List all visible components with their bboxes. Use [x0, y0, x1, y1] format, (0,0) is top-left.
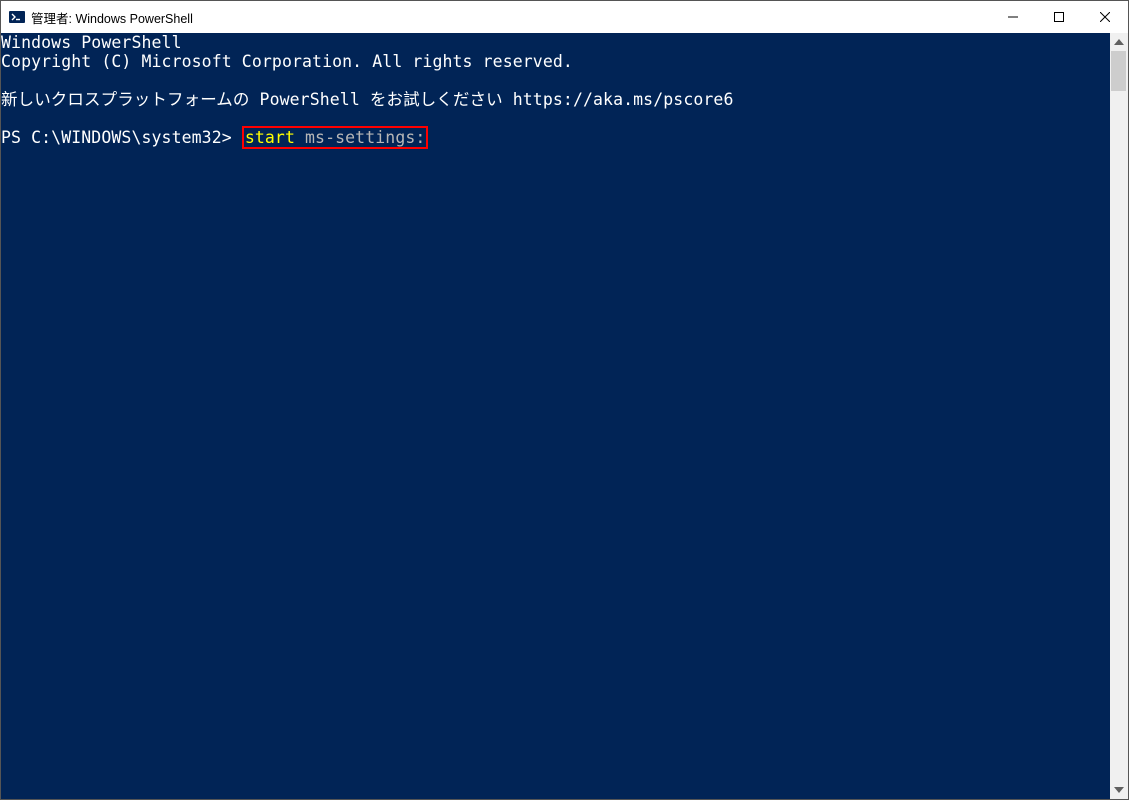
minimize-button[interactable]: [990, 1, 1036, 33]
scroll-down-arrow-icon[interactable]: [1110, 781, 1128, 799]
window-controls: [990, 1, 1128, 33]
command-argument: ms-settings:: [295, 128, 425, 147]
scroll-thumb[interactable]: [1111, 51, 1126, 91]
maximize-button[interactable]: [1036, 1, 1082, 33]
output-line: 新しいクロスプラットフォームの PowerShell をお試しください http…: [1, 90, 734, 109]
terminal-output[interactable]: Windows PowerShell Copyright (C) Microso…: [1, 33, 1110, 799]
output-line: Windows PowerShell: [1, 33, 182, 52]
scroll-up-arrow-icon[interactable]: [1110, 33, 1128, 51]
titlebar[interactable]: 管理者: Windows PowerShell: [1, 1, 1128, 33]
prompt: PS C:\WINDOWS\system32>: [1, 128, 242, 147]
vertical-scrollbar[interactable]: [1110, 33, 1128, 799]
powershell-window: 管理者: Windows PowerShell Windows PowerShe…: [0, 0, 1129, 800]
window-title: 管理者: Windows PowerShell: [31, 8, 990, 27]
powershell-icon: [9, 9, 25, 25]
command-keyword: start: [245, 128, 295, 147]
client-area: Windows PowerShell Copyright (C) Microso…: [1, 33, 1128, 799]
close-button[interactable]: [1082, 1, 1128, 33]
output-line: Copyright (C) Microsoft Corporation. All…: [1, 52, 573, 71]
highlight-annotation: start ms-settings:: [242, 126, 429, 149]
